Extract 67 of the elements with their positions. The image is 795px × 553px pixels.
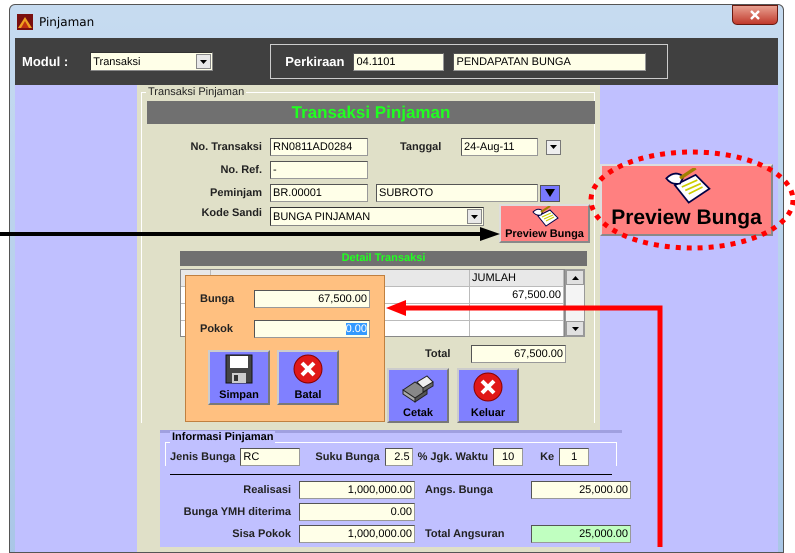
close-button[interactable]	[732, 5, 778, 25]
field-label: Peminjam	[209, 187, 262, 199]
detail-heading: Detail Transaksi	[180, 251, 587, 266]
table-cell: 67,500.00	[470, 287, 564, 303]
transaction-number-field[interactable]: RN0811AD0284	[270, 138, 368, 156]
accrued-interest-field: 0.00	[299, 503, 415, 521]
total-label: Total	[425, 348, 452, 360]
total-installment-field: 25,000.00	[531, 525, 631, 543]
field-label: No. Transaksi	[189, 141, 262, 153]
field-label: Total Angsuran	[424, 528, 506, 540]
cancel-icon	[473, 372, 503, 402]
code-dropdown[interactable]: BUNGA PINJAMAN	[270, 207, 484, 226]
cancel-icon	[293, 354, 323, 384]
save-button[interactable]: Simpan	[208, 350, 270, 405]
column-header: JUMLAH	[470, 270, 564, 286]
field-label: Bunga	[200, 293, 236, 305]
field-label: Kode Sandi	[200, 207, 262, 219]
panel-title: Informasi Pinjaman	[170, 431, 276, 443]
cancel-button[interactable]: Batal	[277, 350, 339, 405]
date-dropdown-button[interactable]	[546, 140, 561, 154]
print-button[interactable]: Cetak	[387, 368, 449, 423]
interest-type-field[interactable]: RC	[240, 448, 300, 466]
caret-icon	[200, 60, 208, 64]
reference-field[interactable]: -	[270, 161, 368, 179]
caret-icon	[545, 189, 555, 197]
field-label: Jenis Bunga	[170, 451, 236, 463]
caret-icon	[572, 326, 578, 330]
borrower-code-field[interactable]: BR.00001	[270, 184, 368, 202]
borrower-name-field[interactable]: SUBROTO	[376, 184, 538, 202]
app-icon	[17, 14, 33, 30]
dropdown-button[interactable]	[540, 184, 560, 202]
close-icon	[749, 10, 761, 20]
field-label: Sisa Pokok	[231, 528, 291, 540]
term-field[interactable]: 10	[493, 448, 524, 466]
account-name-field[interactable]: PENDAPATAN BUNGA	[453, 52, 646, 70]
field-label: Realisasi	[242, 484, 291, 496]
exit-button[interactable]: Keluar	[457, 368, 519, 423]
caret-up-icon	[572, 276, 578, 280]
date-field[interactable]: 24-Aug-11	[461, 138, 538, 156]
field-label: No. Ref.	[219, 164, 262, 176]
caret-icon	[550, 145, 557, 149]
scrollbar[interactable]	[565, 269, 585, 337]
total-field: 67,500.00	[471, 345, 566, 363]
remaining-principal-field: 1,000,000.00	[299, 525, 415, 543]
field-label: Angs. Bunga	[424, 484, 494, 496]
field-label: Bunga YMH diterima	[182, 506, 291, 518]
preview-button[interactable]: Preview Bunga	[499, 204, 590, 243]
module-dropdown[interactable]: Transaksi	[90, 52, 214, 71]
interest-rate-field[interactable]: 2.5	[384, 448, 413, 466]
field-label: Ke	[540, 451, 554, 463]
realization-field: 1,000,000.00	[299, 481, 415, 499]
field-label: Suku Bunga	[315, 451, 380, 463]
account-label: Perkiraan	[285, 54, 344, 69]
account-code-field[interactable]: 04.1101	[353, 52, 444, 70]
field-label: Pokok	[200, 323, 234, 335]
notepad-icon	[530, 206, 560, 228]
interest-field[interactable]: 67,500.00	[254, 290, 370, 308]
caret-icon	[471, 214, 478, 218]
installment-number-field[interactable]: 1	[559, 448, 590, 466]
preview-button[interactable]: Preview Bunga	[600, 164, 773, 236]
field-label: % Jgk. Waktu	[418, 451, 488, 463]
group-title: Transaksi Pinjaman	[146, 86, 246, 98]
module-label: Modul :	[22, 54, 68, 69]
form-heading: Transaksi Pinjaman	[147, 101, 595, 124]
window-title: Pinjaman	[39, 14, 94, 28]
field-label: Tanggal	[400, 141, 442, 153]
interest-installment-field: 25,000.00	[531, 481, 631, 499]
